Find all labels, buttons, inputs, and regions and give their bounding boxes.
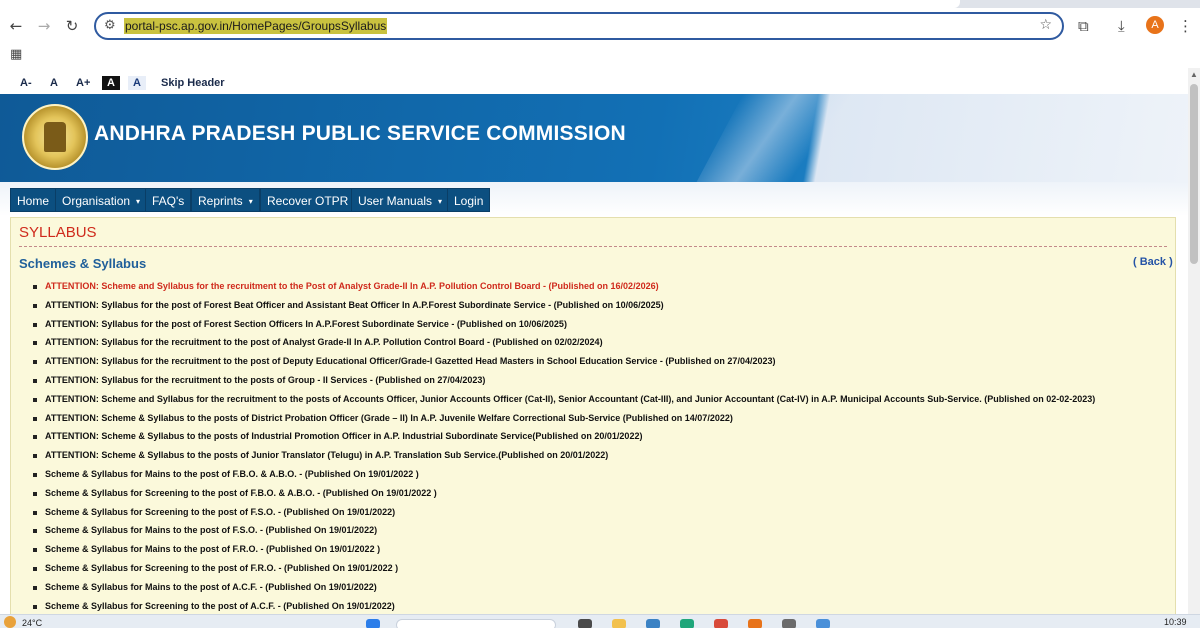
banner-decoration <box>696 94 864 182</box>
app-icon[interactable] <box>782 619 796 628</box>
contrast-dark-button[interactable]: A <box>102 76 120 90</box>
arrow-left-icon[interactable]: ← <box>8 18 24 34</box>
font-increase-button[interactable]: A+ <box>76 76 90 90</box>
skip-header-link[interactable]: Skip Header <box>161 76 225 90</box>
list-item[interactable]: ATTENTION: Syllabus for the post of Fore… <box>33 296 1095 315</box>
avatar[interactable]: A <box>1146 16 1164 34</box>
list-item[interactable]: ATTENTION: Scheme & Syllabus to the post… <box>33 427 1095 446</box>
list-item[interactable]: ATTENTION: Syllabus for the recruitment … <box>33 371 1095 390</box>
back-link[interactable]: ( Back ) <box>1133 256 1173 268</box>
contrast-light-button[interactable]: A <box>128 76 146 90</box>
nav-label: Login <box>454 194 484 208</box>
list-item[interactable]: ATTENTION: Scheme and Syllabus for the r… <box>33 390 1095 409</box>
caret-down-icon: ▾ <box>438 197 443 206</box>
divider <box>19 246 1167 247</box>
start-icon[interactable] <box>366 619 380 628</box>
url-text[interactable]: portal-psc.ap.gov.in/HomePages/GroupsSyl… <box>124 18 388 34</box>
address-bar[interactable]: ⚙ portal-psc.ap.gov.in/HomePages/GroupsS… <box>94 12 1064 40</box>
scrollbar-thumb[interactable] <box>1190 84 1198 264</box>
weather-temperature[interactable]: 24°C <box>22 618 42 628</box>
nav-recover-otpr[interactable]: Recover OTPR <box>260 188 356 212</box>
syllabus-list: ATTENTION: Scheme and Syllabus for the r… <box>33 277 1095 614</box>
nav-login[interactable]: Login <box>447 188 491 212</box>
download-icon[interactable]: ⤓ <box>1118 17 1125 35</box>
browser-toolbar: ← → ↻ ⚙ portal-psc.ap.gov.in/HomePages/G… <box>0 8 1200 44</box>
page-title: SYLLABUS <box>19 224 97 241</box>
tune-icon[interactable]: ⚙ <box>104 18 116 33</box>
font-normal-button[interactable]: A <box>50 76 58 90</box>
nav-label: Home <box>17 194 50 208</box>
list-item[interactable]: ATTENTION: Syllabus for the post of Fore… <box>33 315 1095 334</box>
main-nav: Home Organisation ▾ FAQ's Reprints ▾ Recov… <box>0 182 1188 216</box>
task-view-icon[interactable] <box>578 619 592 628</box>
caret-down-icon: ▾ <box>248 197 253 206</box>
app-icon[interactable] <box>714 619 728 628</box>
list-item[interactable]: ATTENTION: Syllabus for the recruitment … <box>33 352 1095 371</box>
caret-down-icon: ▾ <box>136 197 141 206</box>
mail-icon[interactable] <box>646 619 660 628</box>
puzzle-icon[interactable]: ⧉ <box>1078 17 1089 35</box>
nav-home[interactable]: Home <box>10 188 57 212</box>
chrome-icon[interactable] <box>748 619 762 628</box>
ap-state-emblem <box>22 104 88 170</box>
nav-faqs[interactable]: FAQ's <box>145 188 192 212</box>
list-item[interactable]: Scheme & Syllabus for Mains to the post … <box>33 521 1095 540</box>
taskbar-search[interactable] <box>396 619 556 628</box>
list-item[interactable]: ATTENTION: Scheme & Syllabus to the post… <box>33 409 1095 428</box>
list-item[interactable]: Scheme & Syllabus for Mains to the post … <box>33 540 1095 559</box>
os-taskbar: 24°C 10:39 <box>0 614 1200 628</box>
site-banner: ANDHRA PRADESH PUBLIC SERVICE COMMISSION <box>0 94 1188 182</box>
nav-label: Recover OTPR <box>267 194 349 208</box>
syllabus-panel: SYLLABUS Schemes & Syllabus ( Back ) ATT… <box>10 217 1176 614</box>
page-viewport: A- A A+ A A Skip Header ANDHRA PRADESH P… <box>0 68 1188 614</box>
list-item[interactable]: Scheme & Syllabus for Screening to the p… <box>33 597 1095 614</box>
page-scrollbar[interactable]: ▲ <box>1188 68 1200 614</box>
list-item[interactable]: Scheme & Syllabus for Screening to the p… <box>33 559 1095 578</box>
nav-label: Organisation <box>62 194 131 208</box>
reload-icon[interactable]: ↻ <box>64 18 80 34</box>
star-icon[interactable]: ☆ <box>1039 17 1052 33</box>
font-decrease-button[interactable]: A- <box>20 76 32 90</box>
nav-label: FAQ's <box>152 194 185 208</box>
site-title: ANDHRA PRADESH PUBLIC SERVICE COMMISSION <box>94 122 626 145</box>
apps-grid-icon[interactable]: ▦ <box>10 47 22 62</box>
scroll-up-icon[interactable]: ▲ <box>1190 70 1198 79</box>
nav-organisation[interactable]: Organisation ▾ <box>55 188 148 212</box>
list-item[interactable]: ATTENTION: Scheme and Syllabus for the r… <box>33 277 1095 296</box>
section-title: Schemes & Syllabus <box>19 256 147 271</box>
nav-label: User Manuals <box>358 194 433 208</box>
list-item[interactable]: Scheme & Syllabus for Screening to the p… <box>33 484 1095 503</box>
app-icon[interactable] <box>816 619 830 628</box>
nav-user-manuals[interactable]: User Manuals ▾ <box>351 188 450 212</box>
list-item[interactable]: ATTENTION: Syllabus for the recruitment … <box>33 333 1095 352</box>
bookmarks-bar: ▦ <box>0 44 1200 66</box>
active-tab[interactable] <box>0 0 960 8</box>
file-explorer-icon[interactable] <box>612 619 626 628</box>
browser-tab-strip <box>0 0 1200 8</box>
nav-reprints[interactable]: Reprints ▾ <box>191 188 260 212</box>
list-item[interactable]: Scheme & Syllabus for Mains to the post … <box>33 578 1095 597</box>
weather-icon[interactable] <box>4 616 16 628</box>
list-item[interactable]: Scheme & Syllabus for Screening to the p… <box>33 503 1095 522</box>
arrow-right-icon[interactable]: → <box>36 18 52 34</box>
kebab-menu-icon[interactable]: ⋮ <box>1178 17 1193 35</box>
list-item[interactable]: Scheme & Syllabus for Mains to the post … <box>33 465 1095 484</box>
edge-icon[interactable] <box>680 619 694 628</box>
accessibility-bar: A- A A+ A A Skip Header <box>0 68 1188 94</box>
list-item[interactable]: ATTENTION: Scheme & Syllabus to the post… <box>33 446 1095 465</box>
taskbar-clock[interactable]: 10:39 <box>1164 617 1187 627</box>
nav-label: Reprints <box>198 194 243 208</box>
